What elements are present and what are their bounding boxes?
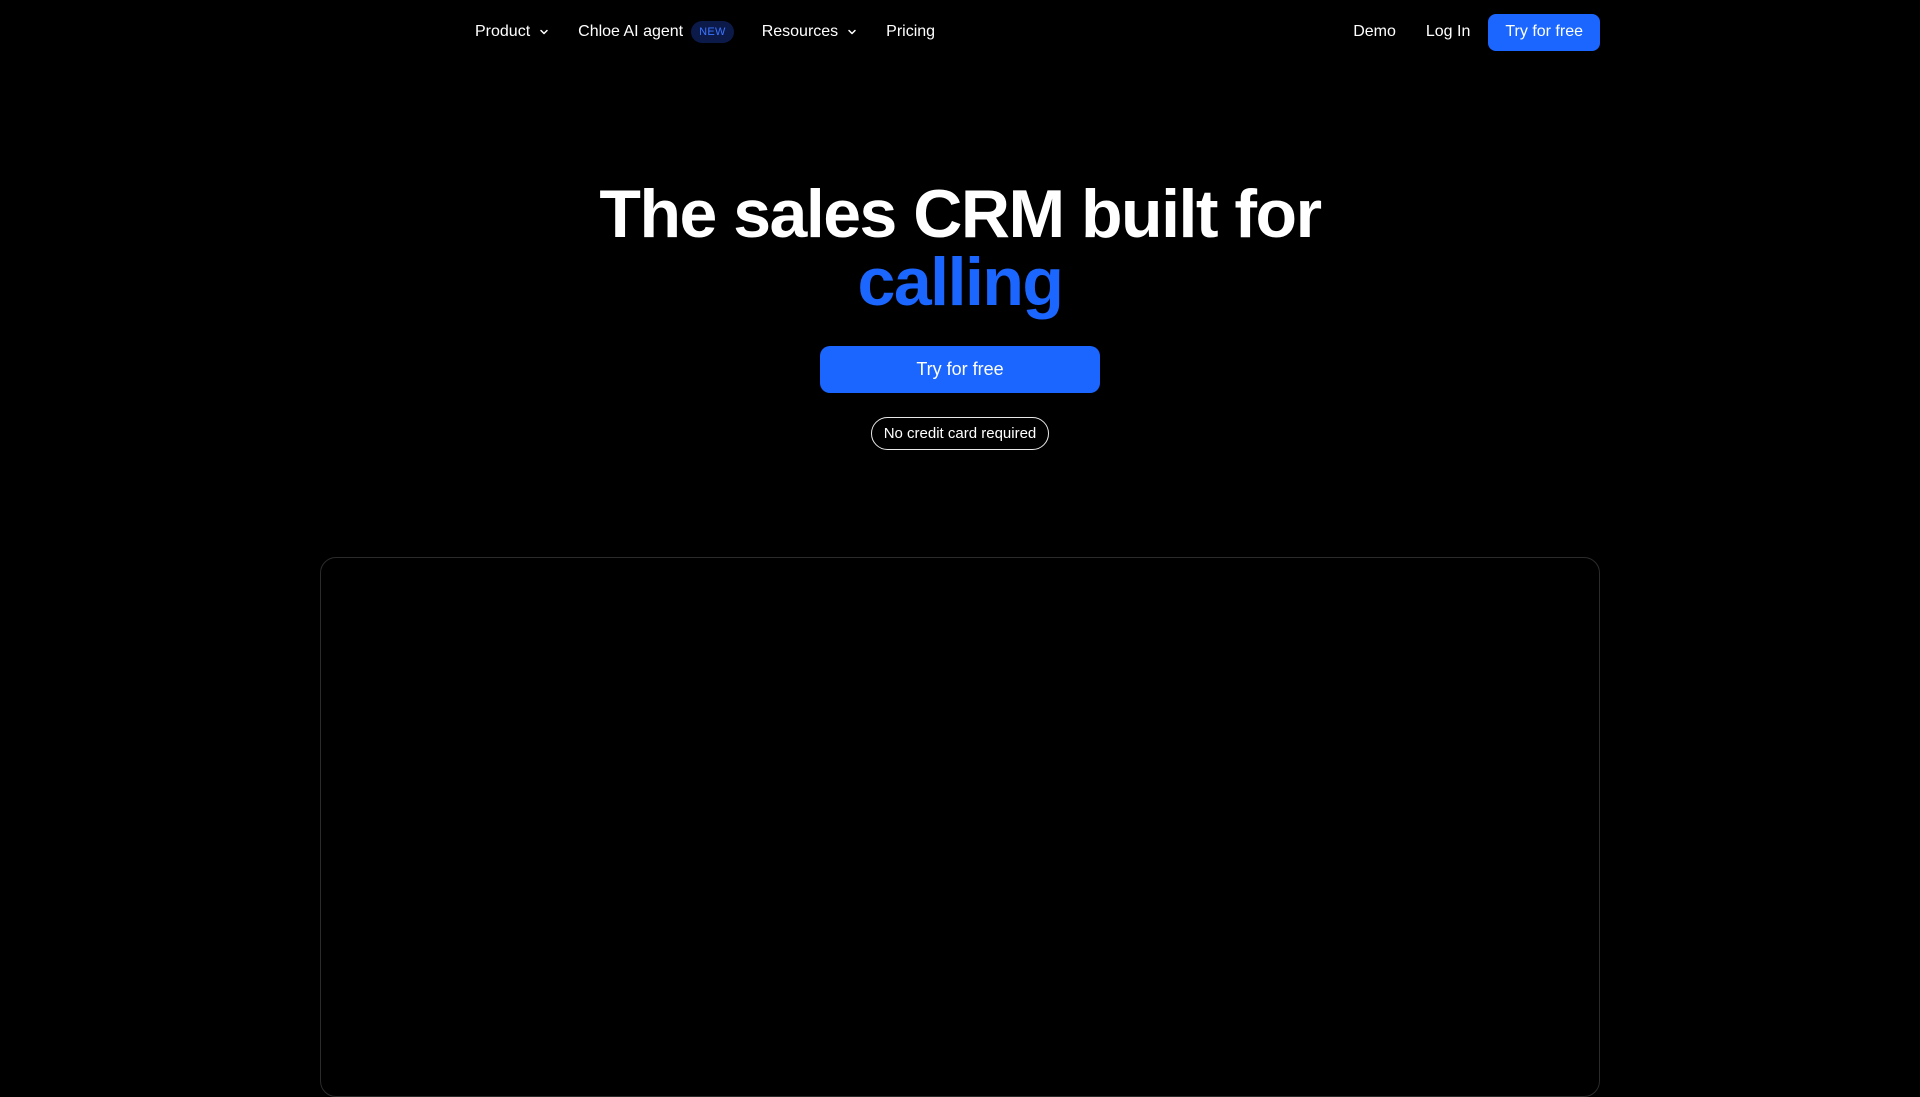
nav-chloe-label: Chloe AI agent	[578, 23, 684, 40]
hero-title: The sales CRM built for calling	[0, 180, 1920, 316]
login-link[interactable]: Log In	[1426, 23, 1470, 41]
nav-chloe-ai-agent[interactable]: Chloe AI agent NEW	[578, 21, 734, 43]
try-for-free-hero-button[interactable]: Try for free	[820, 346, 1100, 393]
try-for-free-nav-button[interactable]: Try for free	[1488, 13, 1600, 51]
hero-section: The sales CRM built for calling Try for …	[0, 180, 1920, 450]
chevron-down-icon	[846, 26, 858, 38]
hero-title-accent: calling	[857, 244, 1064, 320]
nav-resources-label: Resources	[761, 23, 839, 40]
top-nav: Product Chloe AI agent NEW Resources Pri…	[0, 0, 1920, 64]
chevron-down-icon	[538, 26, 550, 38]
nav-product-menu[interactable]: Product	[475, 23, 550, 41]
account-nav: Demo Log In Try for free	[1353, 13, 1600, 51]
primary-nav: Product Chloe AI agent NEW Resources Pri…	[475, 14, 935, 50]
nav-product-label: Product	[475, 23, 531, 40]
nav-pricing-link[interactable]: Pricing	[886, 23, 935, 41]
hero-title-line: The sales CRM built for	[599, 176, 1322, 252]
nav-pricing-label: Pricing	[886, 23, 936, 40]
demo-link[interactable]: Demo	[1353, 23, 1396, 41]
nav-resources-menu[interactable]: Resources	[762, 23, 858, 41]
hero-note-wrap: No credit card required	[0, 417, 1920, 450]
no-credit-card-badge: No credit card required	[870, 417, 1050, 450]
new-badge: NEW	[691, 21, 734, 43]
product-preview-frame	[320, 557, 1600, 1097]
